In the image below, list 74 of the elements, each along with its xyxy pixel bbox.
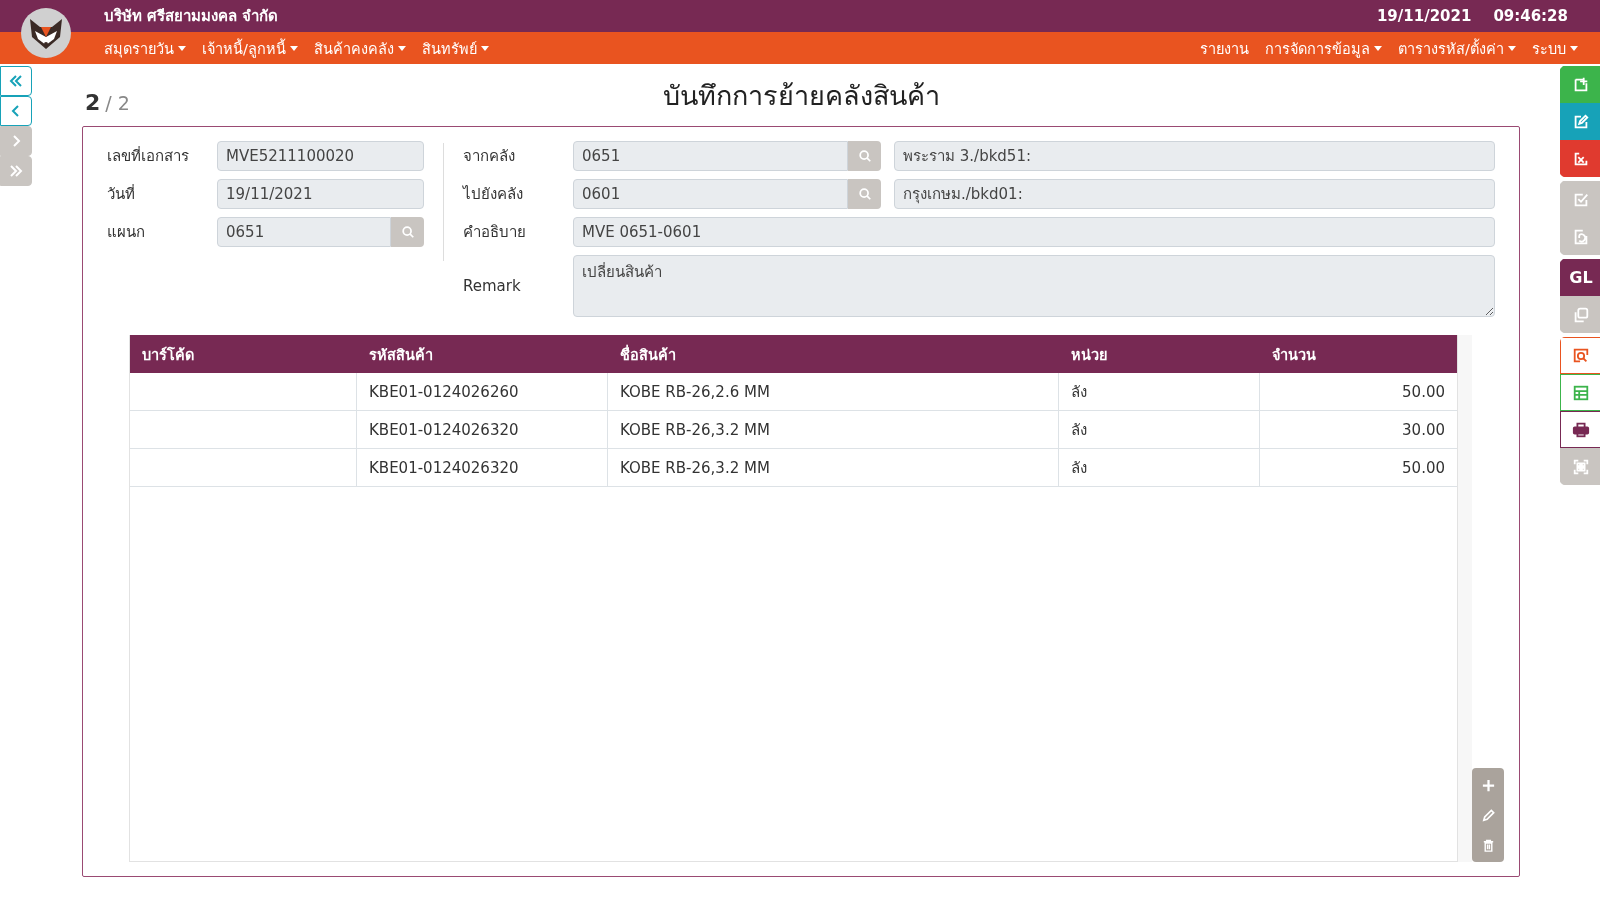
cancel-tool-button[interactable]: [1560, 140, 1600, 177]
column-header: จำนวน: [1271, 345, 1317, 365]
double-chevron-icon: [8, 73, 24, 89]
input-field[interactable]: 0601: [573, 179, 848, 209]
input-field[interactable]: 0651: [573, 141, 848, 171]
record-number: 2: [85, 90, 101, 115]
search-icon: [1572, 346, 1590, 365]
column-header: บาร์โค้ด: [141, 345, 195, 365]
double-chevron-icon: [8, 163, 24, 179]
search-icon: [400, 225, 415, 239]
field-label: เลขที่เอกสาร: [107, 145, 190, 167]
edit-icon: [1572, 112, 1590, 131]
column-header: หน่วย: [1070, 345, 1108, 365]
table-cell: KOBE RB-26,3.2 MM: [608, 411, 1059, 448]
input-field[interactable]: MVE5211100020: [217, 141, 424, 171]
input-field[interactable]: 19/11/2021: [217, 179, 424, 209]
table-cell: KBE01-0124026320: [357, 411, 608, 448]
menu-item[interactable]: เจ้าหนี้/ลูกหนี้: [202, 36, 298, 60]
menu-item[interactable]: ตารางรหัส/ตั้งค่า: [1398, 36, 1516, 60]
field-label: ไปยังคลัง: [463, 184, 524, 205]
copy-icon: [1572, 305, 1590, 324]
add-icon: [1572, 75, 1590, 94]
warehouse-name-field[interactable]: กรุงเกษม./bkd01:: [894, 179, 1495, 209]
record-total: / 2: [105, 92, 130, 114]
table-cell: KOBE RB-26,3.2 MM: [608, 449, 1059, 486]
print-tool-button[interactable]: [1560, 411, 1600, 448]
table-cell: ลัง: [1059, 449, 1260, 486]
remark-field[interactable]: เปลี่ยนสินค้า: [573, 255, 1495, 317]
warehouse-name-field[interactable]: พระราม 3./bkd51:: [894, 141, 1495, 171]
search-button[interactable]: [848, 141, 881, 171]
field-label: แผนก: [107, 222, 146, 243]
edit-tool-button[interactable]: [1560, 103, 1600, 140]
table-cell: ลัง: [1059, 411, 1260, 448]
table-cell-text: 30.00: [1401, 419, 1446, 441]
search-button[interactable]: [391, 217, 424, 247]
printer-icon: [1572, 420, 1590, 439]
scan-icon: [1572, 457, 1590, 476]
date-text: 19/11/2021: [1376, 7, 1472, 25]
company-name: บริษัท ศรีสยามมงคล จำกัด: [104, 6, 279, 27]
table-icon: [1572, 383, 1590, 402]
field-label: จากคลัง: [463, 146, 516, 167]
field-label: คำอธิบาย: [463, 222, 527, 243]
table-cell: KBE01-0124026320: [357, 449, 608, 486]
menu-item[interactable]: รายงาน: [1200, 36, 1250, 60]
gl-tool-button[interactable]: GL: [1560, 259, 1600, 296]
add-tool-button[interactable]: [1560, 66, 1600, 103]
search-button[interactable]: [848, 179, 881, 209]
search-icon: [857, 187, 872, 201]
preview-tool-button[interactable]: [1560, 337, 1600, 374]
first-record-button[interactable]: [0, 66, 32, 96]
time-text: 09:46:28: [1493, 7, 1568, 25]
undo-icon: [1572, 227, 1590, 246]
field-label: วันที่: [107, 183, 136, 205]
menu-item[interactable]: สมุดรายวัน: [104, 36, 186, 60]
input-field[interactable]: 0651: [217, 217, 391, 247]
table-cell: KOBE RB-26,2.6 MM: [608, 373, 1059, 410]
table-cell-text: 50.00: [1401, 381, 1446, 403]
prev-record-button[interactable]: [0, 96, 32, 126]
table-cell-text: 50.00: [1401, 457, 1446, 479]
page-title: บันทึกการย้ายคลังสินค้า: [662, 78, 940, 113]
search-icon: [857, 149, 872, 163]
scrollbar-track[interactable]: [1458, 335, 1472, 862]
pencil-icon: [1480, 807, 1496, 823]
input-field[interactable]: MVE 0651-0601: [573, 217, 1495, 247]
field-label: Remark: [463, 277, 522, 295]
menu-item[interactable]: การจัดการข้อมูล: [1265, 36, 1383, 60]
plus-icon: [1480, 777, 1496, 793]
column-header: รหัสสินค้า: [368, 345, 434, 365]
column-header: ชื่อสินค้า: [619, 343, 677, 365]
menu-item[interactable]: ระบบ: [1532, 36, 1578, 60]
menu-item[interactable]: สินทรัพย์: [421, 36, 489, 60]
table-cell: ลัง: [1059, 373, 1260, 410]
menu-item[interactable]: สินค้าคงคลัง: [313, 36, 406, 60]
table-cell: KBE01-0124026260: [357, 373, 608, 410]
